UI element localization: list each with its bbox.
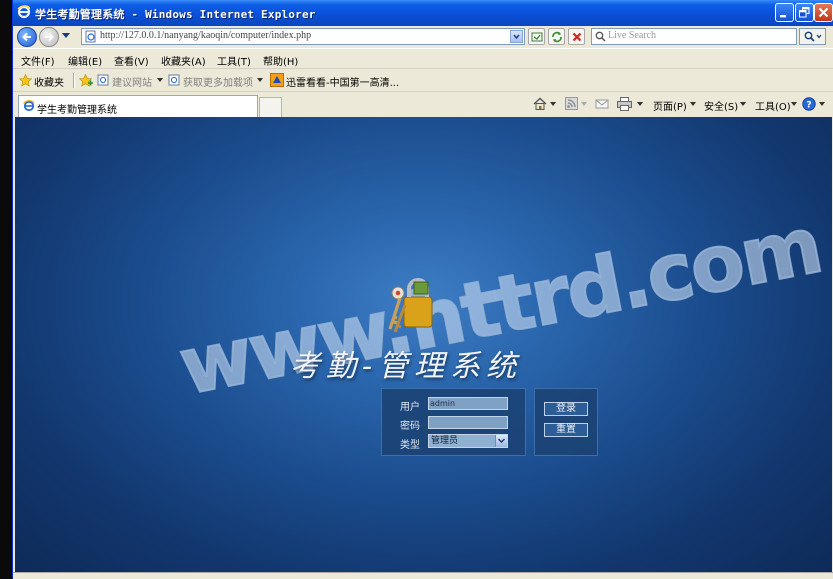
address-bar: http://127.0.0.1/nanyang/kaoqin/computer… bbox=[13, 26, 833, 48]
reset-button[interactable]: 重置 bbox=[544, 423, 588, 437]
menu-help[interactable]: 帮助(H) bbox=[263, 53, 298, 68]
system-logo: 考勤-管理系统 bbox=[290, 349, 523, 384]
menu-file[interactable]: 文件(F) bbox=[21, 53, 55, 68]
login-form: 用户 admin 密码 类型 管理员 bbox=[381, 388, 526, 456]
chevron-down-icon bbox=[740, 102, 746, 106]
chevron-down-icon[interactable] bbox=[581, 102, 587, 106]
close-button[interactable] bbox=[814, 3, 833, 22]
stop-button[interactable] bbox=[568, 28, 585, 45]
history-dropdown-icon[interactable] bbox=[62, 33, 70, 39]
restore-icon bbox=[799, 7, 810, 18]
search-placeholder: Live Search bbox=[608, 30, 657, 41]
tab-active[interactable]: 学生考勤管理系统 bbox=[18, 95, 258, 117]
feeds-icon[interactable] bbox=[565, 97, 578, 110]
xunlei-icon bbox=[270, 73, 284, 87]
browser-window: 学生考勤管理系统 - Windows Internet Explorer htt… bbox=[12, 0, 833, 579]
tab-label: 学生考勤管理系统 bbox=[37, 105, 117, 116]
suggested-sites-icon bbox=[97, 74, 109, 86]
url-field[interactable]: http://127.0.0.1/nanyang/kaoqin/computer… bbox=[81, 28, 525, 45]
add-favorite-icon[interactable] bbox=[79, 74, 93, 87]
password-label: 密码 bbox=[400, 421, 420, 432]
chevron-down-icon[interactable] bbox=[637, 102, 643, 106]
favorites-divider bbox=[73, 73, 75, 88]
forward-arrow-icon bbox=[45, 32, 54, 42]
new-tab-button[interactable] bbox=[259, 97, 282, 117]
url-text: http://127.0.0.1/nanyang/kaoqin/computer… bbox=[100, 30, 312, 41]
login-button[interactable]: 登录 bbox=[544, 402, 588, 416]
page-menu[interactable]: 页面(P) bbox=[653, 98, 687, 113]
menu-edit[interactable]: 编辑(E) bbox=[68, 53, 102, 68]
chevron-down-icon[interactable] bbox=[550, 102, 556, 106]
user-type-select[interactable]: 管理员 bbox=[428, 434, 508, 448]
user-label: 用户 bbox=[400, 402, 420, 413]
back-button[interactable] bbox=[17, 27, 37, 47]
favorites-star-icon bbox=[19, 74, 32, 87]
favorites-bar: 收藏夹 建议网站 获取更多加载项 迅雷看看-中国第一高清... bbox=[13, 68, 833, 92]
user-type-value: 管理员 bbox=[431, 436, 459, 446]
chevron-down-icon bbox=[513, 34, 520, 40]
favorites-button[interactable]: 收藏夹 bbox=[34, 74, 64, 89]
tools-menu[interactable]: 工具(O) bbox=[755, 98, 791, 113]
minimize-button[interactable] bbox=[775, 3, 794, 22]
menu-favorites[interactable]: 收藏夹(A) bbox=[161, 53, 206, 68]
url-dropdown-button[interactable] bbox=[510, 30, 523, 43]
minimize-icon bbox=[780, 15, 786, 18]
live-search-icon bbox=[595, 31, 606, 42]
home-icon[interactable] bbox=[533, 97, 547, 111]
page-icon bbox=[85, 30, 96, 43]
tab-bar: 学生考勤管理系统 页面(P) 安全(S) 工具(O) ? bbox=[13, 91, 833, 118]
back-arrow-icon bbox=[22, 32, 31, 42]
safety-menu[interactable]: 安全(S) bbox=[704, 98, 738, 113]
chevron-down-icon bbox=[498, 438, 505, 443]
menu-bar: 文件(F) 编辑(E) 查看(V) 收藏夹(A) 工具(T) 帮助(H) bbox=[13, 48, 833, 69]
add-ons-icon bbox=[168, 74, 180, 86]
chevron-down-icon bbox=[257, 78, 263, 82]
compatibility-view-button[interactable] bbox=[528, 28, 545, 45]
print-icon[interactable] bbox=[617, 97, 632, 111]
login-actions: 登录 重置 bbox=[534, 388, 598, 456]
search-button[interactable] bbox=[799, 28, 826, 45]
search-icon bbox=[804, 31, 822, 42]
chevron-down-icon[interactable] bbox=[819, 102, 825, 106]
page-content: www.httrd.com 考勤-管理系统 用户 admin 密码 类型 管理员 bbox=[15, 117, 832, 578]
menu-tools[interactable]: 工具(T) bbox=[217, 53, 251, 68]
title-bar: 学生考勤管理系统 - Windows Internet Explorer bbox=[13, 0, 833, 26]
help-icon[interactable]: ? bbox=[802, 97, 816, 111]
select-dropdown-button[interactable] bbox=[495, 435, 507, 447]
ie-page-icon bbox=[23, 100, 35, 112]
chevron-down-icon bbox=[157, 78, 163, 82]
chevron-down-icon bbox=[690, 102, 696, 106]
svg-text:?: ? bbox=[806, 101, 811, 111]
forward-button[interactable] bbox=[39, 27, 59, 47]
get-add-ons-link[interactable]: 获取更多加载项 bbox=[183, 74, 253, 89]
compatibility-icon bbox=[531, 32, 543, 42]
window-title: 学生考勤管理系统 - Windows Internet Explorer bbox=[35, 8, 316, 21]
type-label: 类型 bbox=[400, 440, 420, 451]
xunlei-link[interactable]: 迅雷看看-中国第一高清... bbox=[286, 74, 399, 89]
password-input[interactable] bbox=[428, 416, 508, 429]
refresh-button[interactable] bbox=[548, 28, 565, 45]
chevron-down-icon bbox=[791, 102, 797, 106]
ie-logo-icon bbox=[17, 5, 31, 19]
close-icon bbox=[818, 7, 829, 18]
lock-keys-emblem-icon bbox=[388, 278, 433, 333]
refresh-icon bbox=[552, 31, 562, 43]
search-input[interactable]: Live Search bbox=[591, 28, 797, 45]
username-input[interactable]: admin bbox=[428, 397, 508, 410]
maximize-button[interactable] bbox=[795, 3, 814, 22]
suggested-sites-link[interactable]: 建议网站 bbox=[112, 74, 152, 89]
menu-view[interactable]: 查看(V) bbox=[114, 53, 149, 68]
mail-icon[interactable] bbox=[595, 97, 609, 110]
stop-icon bbox=[572, 32, 582, 42]
